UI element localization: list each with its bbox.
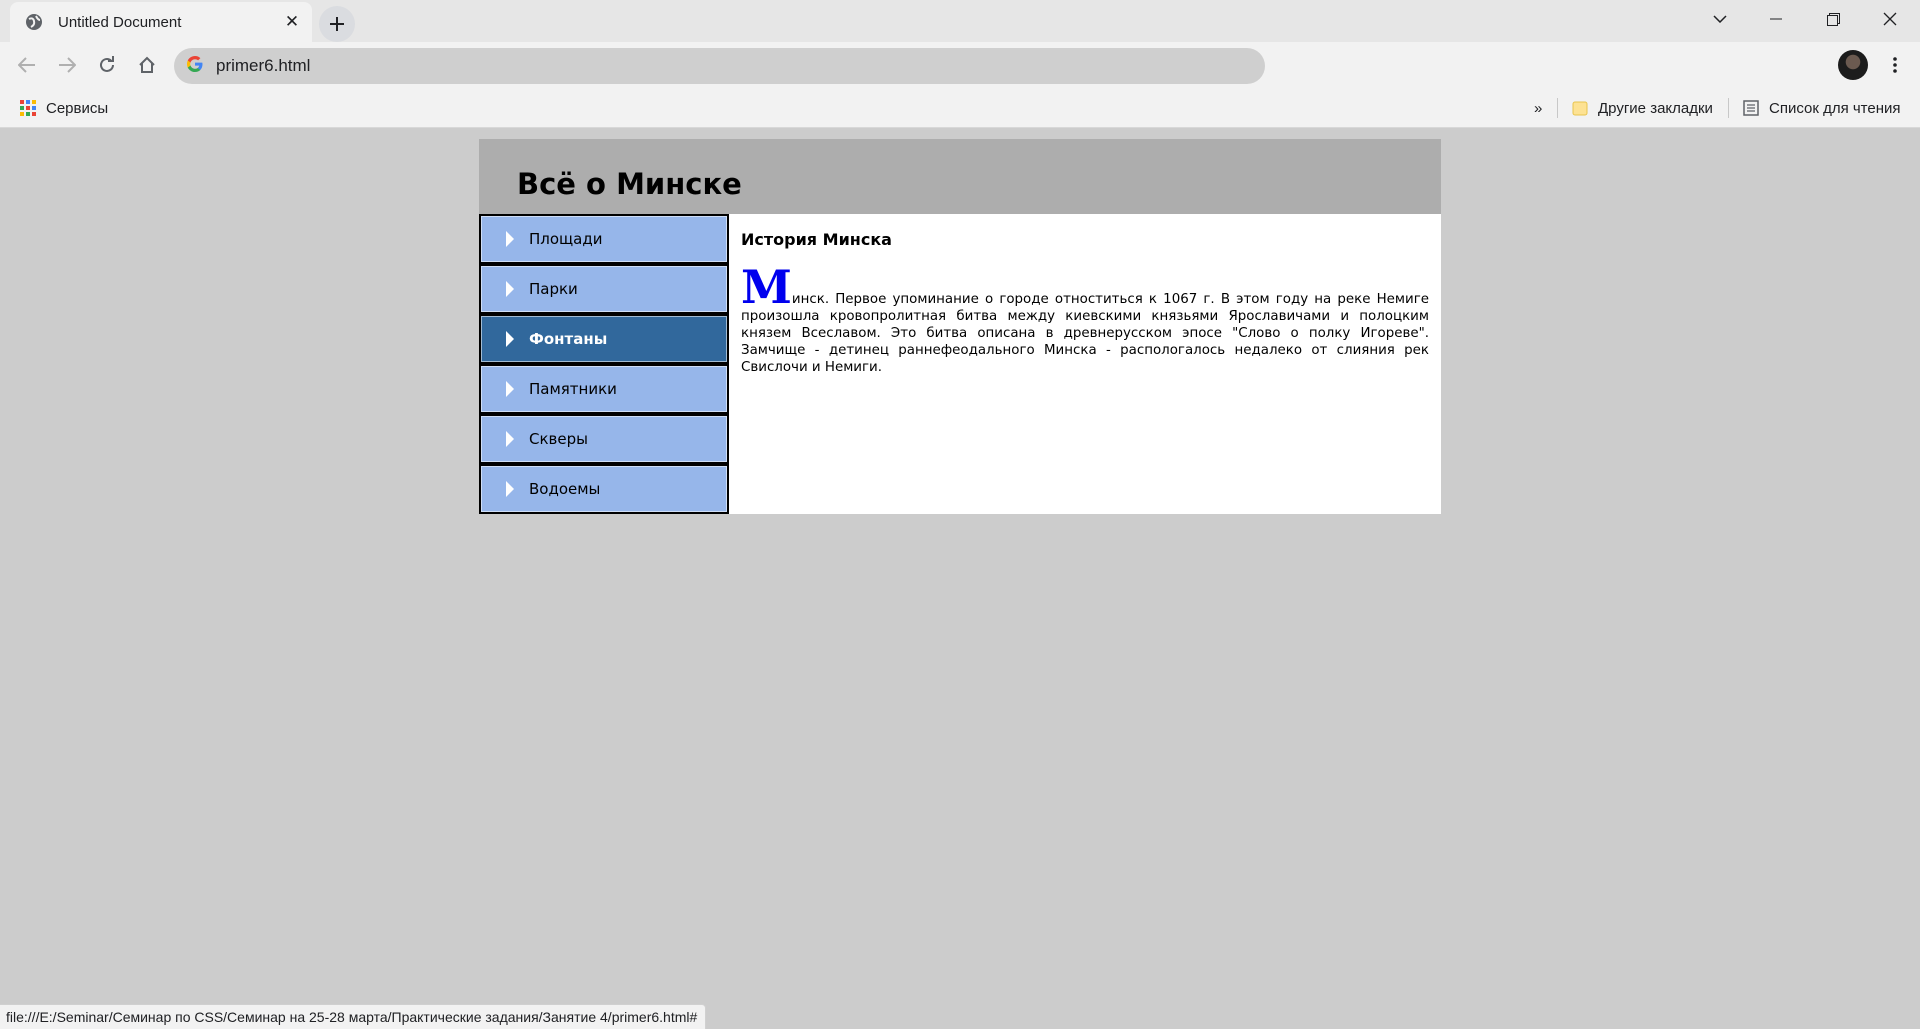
browser-toolbar: primer6.html (0, 42, 1920, 88)
restore-icon (1826, 12, 1840, 26)
tab-strip: Untitled Document ✕ (0, 0, 1920, 42)
more-vertical-icon (1893, 57, 1897, 73)
menu-item-bevel (481, 266, 727, 312)
restore-button[interactable] (1805, 0, 1861, 38)
google-icon (186, 55, 204, 78)
menu-item-label: Фонтаны (529, 330, 608, 348)
site-header: Всё о Минске (479, 139, 1441, 214)
overflow-chevron-icon: » (1534, 99, 1543, 117)
other-bookmarks-label: Другие закладки (1598, 99, 1713, 117)
menu-item-label: Скверы (529, 430, 588, 448)
url-text: primer6.html (216, 56, 311, 75)
address-bar[interactable]: primer6.html (174, 48, 1265, 84)
globe-icon (24, 12, 44, 32)
menu-item-label: Площади (529, 230, 603, 248)
tab-close-icon[interactable]: ✕ (282, 12, 302, 32)
menu-item-squares[interactable]: Площади (479, 214, 729, 264)
chevron-down-icon (1713, 15, 1727, 23)
triangle-right-icon (506, 331, 514, 347)
folder-icon (1572, 101, 1588, 116)
home-button[interactable] (132, 50, 162, 80)
menu-item-fountains[interactable]: Фонтаны (479, 314, 729, 364)
apps-bookmark[interactable]: Сервисы (20, 88, 108, 128)
reading-list-button[interactable]: Список для чтения (1743, 88, 1901, 128)
menu-item-parks[interactable]: Парки (479, 264, 729, 314)
reading-list-icon (1743, 100, 1759, 116)
bookmark-separator (1557, 98, 1558, 118)
reading-list-label: Список для чтения (1769, 99, 1901, 117)
apps-grid-icon (20, 100, 36, 116)
bookmarks-overflow-button[interactable]: » (1534, 88, 1542, 128)
menu-item-label: Водоемы (529, 480, 601, 498)
site-title: Всё о Минске (517, 167, 742, 201)
reload-icon (100, 56, 114, 72)
browser-menu-button[interactable] (1880, 50, 1910, 80)
triangle-right-icon (506, 481, 514, 497)
triangle-right-icon (506, 381, 514, 397)
triangle-right-icon (506, 431, 514, 447)
browser-tab[interactable]: Untitled Document ✕ (10, 2, 312, 42)
bookmark-separator (1728, 98, 1729, 118)
article-paragraph: Минск. Первое упоминание о городе отност… (741, 264, 1429, 376)
menu-item-monuments[interactable]: Памятники (479, 364, 729, 414)
web-page: Всё о Минске Площади Парки Фонтаны Памят… (479, 139, 1441, 514)
drop-cap: М (741, 260, 792, 314)
minimize-icon (1770, 18, 1782, 20)
arrow-left-icon (18, 57, 35, 73)
menu-item-label: Памятники (529, 380, 617, 398)
side-menu: Площади Парки Фонтаны Памятники Скверы В… (479, 214, 729, 514)
triangle-right-icon (506, 281, 514, 297)
home-icon (139, 56, 155, 73)
minimize-button[interactable] (1748, 0, 1804, 38)
menu-item-label: Парки (529, 280, 578, 298)
reload-button[interactable] (92, 50, 122, 80)
plus-icon (330, 17, 344, 31)
article: История Минска Минск. Первое упоминание … (729, 214, 1441, 514)
article-heading: История Минска (741, 230, 892, 249)
tab-title: Untitled Document (58, 13, 182, 31)
apps-bookmark-label: Сервисы (46, 99, 109, 117)
menu-item-squares-parks[interactable]: Скверы (479, 414, 729, 464)
tab-search-button[interactable] (1692, 0, 1748, 38)
menu-item-bevel (481, 466, 727, 512)
menu-item-bevel (481, 416, 727, 462)
back-button[interactable] (12, 50, 42, 80)
forward-button[interactable] (52, 50, 82, 80)
article-text: инск. Первое упоминание о городе отности… (741, 292, 1429, 375)
arrow-right-icon (59, 57, 76, 73)
menu-item-bevel (481, 216, 727, 262)
new-tab-button[interactable] (319, 6, 355, 42)
status-url: file:///E:/Seminar/Семинар по CSS/Семина… (6, 1009, 698, 1025)
close-icon (1883, 12, 1897, 26)
bookmarks-bar: Сервисы » Другие закладки Список для чте… (0, 88, 1920, 128)
triangle-right-icon (506, 231, 514, 247)
close-window-button[interactable] (1862, 0, 1918, 38)
other-bookmarks-folder[interactable]: Другие закладки (1572, 88, 1713, 128)
menu-item-water-bodies[interactable]: Водоемы (479, 464, 729, 514)
status-bar: file:///E:/Seminar/Семинар по CSS/Семина… (0, 1004, 707, 1029)
profile-avatar[interactable] (1838, 50, 1868, 80)
